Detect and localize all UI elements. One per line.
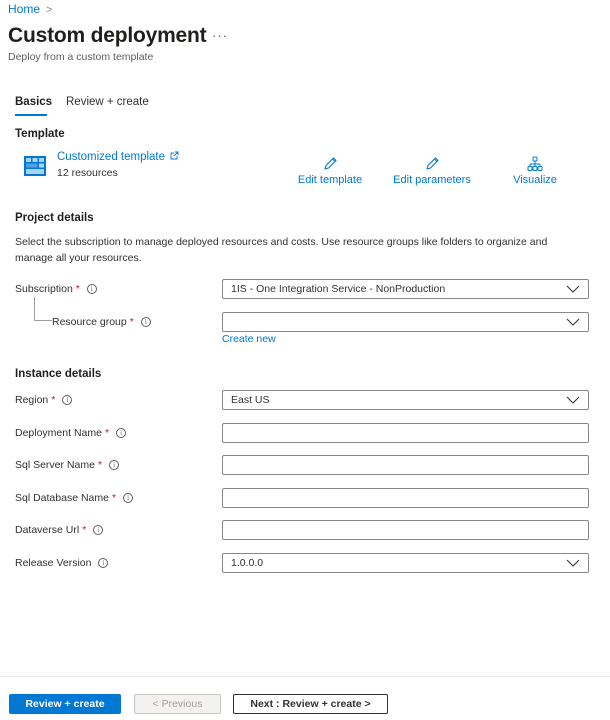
project-details-description: Select the subscription to manage deploy… (15, 236, 548, 264)
deployment-name-label: Deployment Name * i (15, 427, 127, 439)
required-asterisk: * (75, 283, 80, 295)
tab-review-create[interactable]: Review + create (66, 96, 149, 108)
info-icon[interactable]: i (109, 460, 120, 470)
edit-template-label: Edit template (297, 174, 363, 186)
region-label: Region * i (15, 394, 73, 406)
visualize-button[interactable]: Visualize (507, 156, 563, 186)
dataverse-url-label: Dataverse Url * i (15, 524, 104, 536)
edit-parameters-label: Edit parameters (393, 174, 471, 186)
pencil-icon (426, 157, 439, 170)
chevron-down-icon (566, 396, 580, 404)
required-asterisk: * (82, 524, 87, 536)
resource-group-label: Resource group * i (52, 316, 151, 328)
create-new-resource-group-link[interactable]: Create new (222, 333, 276, 345)
required-asterisk: * (97, 459, 103, 471)
active-tab-indicator (15, 114, 47, 116)
tab-basics[interactable]: Basics (15, 96, 52, 108)
info-icon[interactable]: i (86, 284, 97, 294)
region-dropdown[interactable]: East US (222, 390, 589, 410)
edit-parameters-button[interactable]: Edit parameters (392, 156, 472, 186)
page-subtitle: Deploy from a custom template (8, 51, 154, 63)
chevron-down-icon (566, 318, 580, 326)
external-link-icon (170, 151, 179, 160)
template-icon (24, 156, 46, 176)
instance-details-title: Instance details (15, 368, 102, 380)
release-version-label-text: Release Version (15, 557, 92, 569)
chevron-down-icon (566, 559, 580, 567)
hierarchy-icon (527, 156, 543, 171)
required-asterisk: * (104, 427, 110, 439)
sql-database-name-label-text: Sql Database Name (15, 492, 109, 504)
chevron-down-icon (566, 285, 580, 293)
subscription-value: 1IS - One Integration Service - NonProdu… (231, 283, 446, 295)
release-version-label: Release Version i (15, 557, 109, 569)
breadcrumb-separator: > (46, 4, 53, 16)
required-asterisk: * (51, 394, 56, 406)
region-value: East US (231, 394, 270, 406)
previous-button[interactable]: < Previous (134, 694, 221, 714)
required-asterisk: * (129, 316, 134, 328)
template-resource-count: 12 resources (57, 167, 118, 179)
info-icon[interactable]: i (62, 395, 73, 405)
dataverse-url-input[interactable] (222, 520, 589, 540)
breadcrumb: Home > (8, 2, 52, 16)
deployment-name-input[interactable] (222, 423, 589, 443)
required-asterisk: * (111, 492, 117, 504)
info-icon[interactable]: i (116, 428, 127, 438)
next-review-create-button[interactable]: Next : Review + create > (233, 694, 388, 714)
template-section-title: Template (15, 128, 65, 140)
project-details-title: Project details (15, 212, 94, 224)
subscription-label: Subscription * i (15, 283, 97, 295)
info-icon[interactable]: i (98, 558, 109, 568)
customized-template-link[interactable]: Customized template (57, 151, 179, 163)
sql-database-name-input[interactable] (222, 488, 589, 508)
tree-connector (34, 297, 52, 321)
release-version-value: 1.0.0.0 (231, 557, 264, 569)
resource-group-dropdown[interactable] (222, 312, 589, 332)
deployment-name-label-text: Deployment Name (15, 427, 102, 439)
info-icon[interactable]: i (93, 525, 104, 535)
sql-server-name-label-text: Sql Server Name (15, 459, 95, 471)
edit-template-button[interactable]: Edit template (295, 156, 365, 186)
template-name[interactable]: Customized template (57, 151, 165, 163)
subscription-dropdown[interactable]: 1IS - One Integration Service - NonProdu… (222, 279, 589, 299)
region-label-text: Region (15, 394, 49, 406)
breadcrumb-home-link[interactable]: Home (8, 2, 40, 16)
footer-divider (0, 676, 610, 677)
pencil-icon (324, 157, 337, 170)
visualize-label: Visualize (513, 174, 557, 186)
more-options-button[interactable]: ··· (212, 28, 228, 43)
info-icon[interactable]: i (140, 317, 151, 327)
info-icon[interactable]: i (123, 493, 134, 503)
subscription-label-text: Subscription (15, 283, 73, 295)
page-title: Custom deployment (8, 24, 207, 47)
review-create-button[interactable]: Review + create (9, 694, 121, 714)
sql-server-name-label: Sql Server Name * i (15, 459, 120, 471)
release-version-dropdown[interactable]: 1.0.0.0 (222, 553, 589, 573)
sql-server-name-input[interactable] (222, 455, 589, 475)
sql-database-name-label: Sql Database Name * i (15, 492, 134, 504)
resource-group-label-text: Resource group (52, 316, 127, 328)
dataverse-url-label-text: Dataverse Url (15, 524, 80, 536)
